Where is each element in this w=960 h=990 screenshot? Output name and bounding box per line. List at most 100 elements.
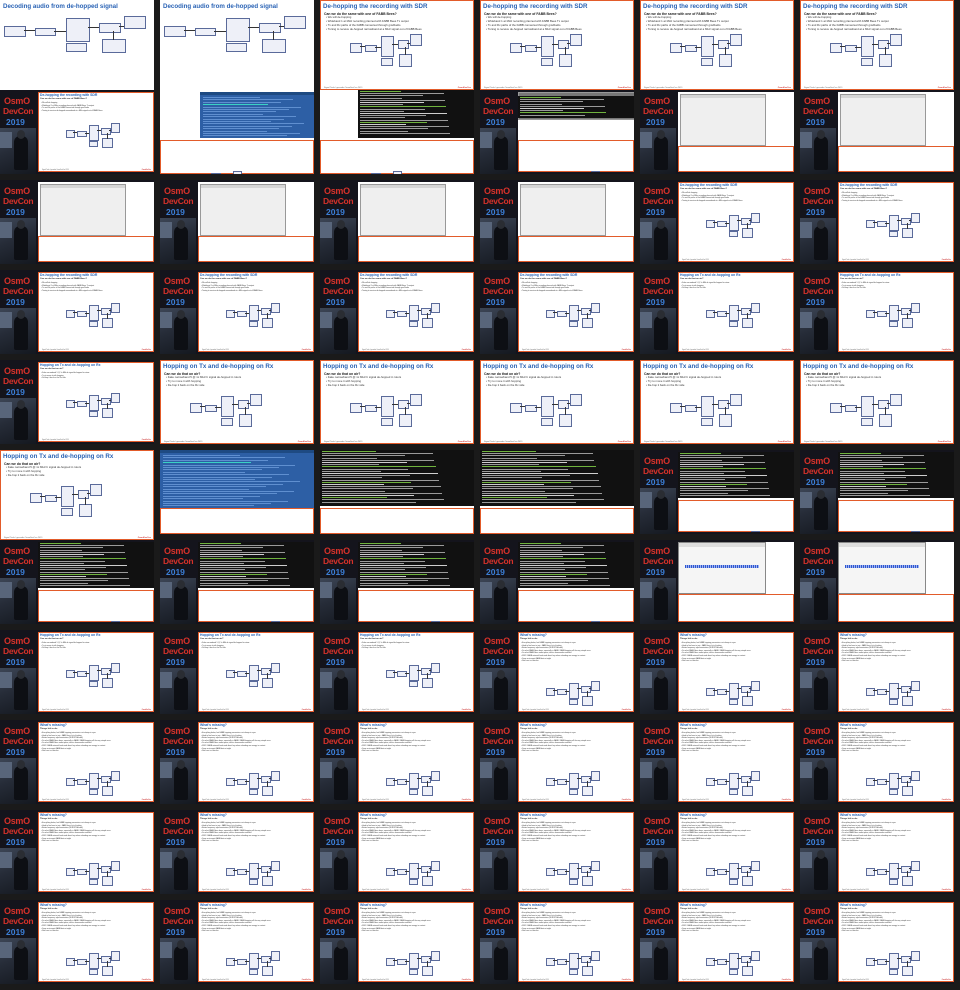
video-frame-thumbnail[interactable]: OsmODevCon2019De-hopping the recording w… bbox=[320, 180, 474, 264]
video-frame-thumbnail[interactable]: OsmODevCon2019De-hopping the recording w… bbox=[0, 180, 154, 264]
video-frame-thumbnail[interactable]: OsmODevCon2019Hopping on Tx and de-hoppi… bbox=[320, 540, 474, 624]
video-frame-thumbnail[interactable]: De-hopping the recording with SDRCan we … bbox=[480, 0, 634, 90]
video-frame-thumbnail[interactable]: OsmODevCon2019De-hopping the recording w… bbox=[320, 270, 474, 354]
video-frame-thumbnail[interactable]: OsmO DevCon 2019 What's missing? Things left… bbox=[480, 810, 634, 894]
video-frame-thumbnail[interactable]: OsmODevCon2019De-hopping the recording w… bbox=[640, 180, 794, 264]
file-row[interactable] bbox=[163, 471, 245, 473]
video-frame-thumbnail[interactable]: Decoding audio from de-hopped signal bbox=[0, 0, 154, 90]
video-frame-thumbnail[interactable]: OsmO DevCon 2019 What's missing? Things left… bbox=[320, 810, 474, 894]
file-row[interactable] bbox=[203, 99, 294, 101]
video-frame-thumbnail[interactable]: OsmODevCon2019Hopping on Tx and de-hoppi… bbox=[160, 540, 314, 624]
video-frame-thumbnail[interactable]: OsmODevCon2019De-hopping the recording w… bbox=[0, 270, 154, 354]
video-frame-thumbnail[interactable]: OsmO DevCon 2019 What's missing? Things left… bbox=[800, 810, 954, 894]
video-frame-thumbnail[interactable]: OsmO DevCon 2019 What's missing? Things left… bbox=[480, 900, 634, 984]
file-row[interactable] bbox=[203, 113, 264, 115]
file-row[interactable] bbox=[163, 505, 254, 507]
video-frame-thumbnail[interactable]: OsmODevCon2019Hopping on Tx and de-hoppi… bbox=[800, 540, 954, 624]
file-row[interactable] bbox=[203, 101, 281, 103]
video-frame-thumbnail[interactable]: OsmO DevCon 2019 What's missing? Things left… bbox=[800, 720, 954, 804]
video-frame-thumbnail[interactable]: OsmO DevCon 2019 What's missing? Things left… bbox=[640, 810, 794, 894]
file-row[interactable] bbox=[203, 97, 260, 98]
video-frame-thumbnail[interactable]: OsmODevCon2019De-hopping the recording w… bbox=[160, 180, 314, 264]
file-row[interactable] bbox=[203, 135, 288, 137]
video-frame-thumbnail[interactable]: OsmO DevCon 2019 What's missing? Things left… bbox=[320, 720, 474, 804]
video-frame-thumbnail[interactable]: OsmODevCon2019Hopping on Tx and de-hoppi… bbox=[800, 270, 954, 354]
file-row[interactable] bbox=[163, 503, 271, 504]
file-row[interactable] bbox=[163, 469, 262, 471]
video-frame-thumbnail[interactable]: OsmODevCon2019Hopping on Tx and de-hoppi… bbox=[0, 540, 154, 624]
video-frame-thumbnail[interactable]: OsmODevCon2019Hopping on Tx and de-hoppi… bbox=[480, 540, 634, 624]
file-row[interactable] bbox=[203, 109, 289, 110]
video-frame-thumbnail[interactable]: OsmODevCon2019De-hopping the recording w… bbox=[0, 90, 154, 174]
video-frame-thumbnail[interactable]: OsmODevCon2019De-hopping the recording w… bbox=[480, 270, 634, 354]
video-frame-thumbnail[interactable]: OsmO DevCon 2019 What's missing? Things left… bbox=[480, 720, 634, 804]
video-frame-thumbnail[interactable]: OsmO DevCon 2019 What's missing? Things left… bbox=[160, 720, 314, 804]
file-row[interactable] bbox=[163, 483, 284, 485]
video-frame-thumbnail[interactable]: OsmO DevCon 2019 What's missing? Things left… bbox=[160, 810, 314, 894]
video-frame-thumbnail[interactable]: Hopping on Tx and de-hopping on RxCan we… bbox=[160, 450, 314, 534]
video-frame-thumbnail[interactable]: OsmODevCon2019De-hopping the recording w… bbox=[480, 180, 634, 264]
video-frame-thumbnail[interactable]: Decoding audio from de-hopped signal bbox=[160, 0, 314, 90]
file-row[interactable] bbox=[163, 500, 288, 502]
file-row[interactable] bbox=[163, 474, 290, 476]
video-frame-thumbnail[interactable]: OsmODevCon2019De-hopping the recording w… bbox=[480, 90, 634, 174]
file-row[interactable] bbox=[203, 123, 305, 125]
video-frame-thumbnail[interactable]: Hopping on Tx and de-hopping on RxCan we… bbox=[160, 360, 314, 444]
file-row[interactable] bbox=[203, 111, 276, 113]
file-row[interactable] bbox=[163, 464, 296, 466]
video-frame-thumbnail[interactable]: OsmODevCon2019De-hopping the recording w… bbox=[800, 90, 954, 174]
file-row[interactable] bbox=[203, 106, 302, 108]
video-frame-thumbnail[interactable]: OsmO DevCon 2019 What's missing? Things left… bbox=[320, 900, 474, 984]
file-row[interactable] bbox=[203, 104, 268, 106]
video-frame-thumbnail[interactable]: OsmODevCon2019Hopping on Tx and de-hoppi… bbox=[640, 540, 794, 624]
file-row[interactable] bbox=[203, 121, 272, 122]
video-frame-thumbnail[interactable]: OsmO DevCon 2019 What's missing? Things left… bbox=[640, 630, 794, 714]
file-row[interactable] bbox=[163, 476, 273, 478]
file-row[interactable] bbox=[163, 462, 251, 464]
video-frame-thumbnail[interactable]: OsmODevCon2019Hopping on Tx and de-hoppi… bbox=[640, 270, 794, 354]
video-frame-thumbnail[interactable]: OsmO DevCon 2019 What's missing? Things left… bbox=[0, 900, 154, 984]
video-frame-thumbnail[interactable]: De-hopping the recording with SDRCan we … bbox=[640, 0, 794, 90]
file-row[interactable] bbox=[203, 125, 292, 127]
video-frame-thumbnail[interactable]: OsmODevCon2019De-hopping the recording w… bbox=[160, 270, 314, 354]
video-frame-thumbnail[interactable]: Hopping on Tx and de-hopping on RxCan we… bbox=[640, 360, 794, 444]
file-row[interactable] bbox=[163, 486, 267, 488]
video-frame-thumbnail[interactable]: OsmODevCon2019Hopping on Tx and de-hoppi… bbox=[320, 630, 474, 714]
video-frame-thumbnail[interactable]: De-hopping the recording with SDRCan we … bbox=[320, 0, 474, 90]
file-row[interactable] bbox=[163, 457, 285, 459]
video-frame-thumbnail[interactable]: OsmODevCon2019De-hopping the recording w… bbox=[800, 180, 954, 264]
video-frame-thumbnail[interactable]: Hopping on Tx and de-hopping on RxCan we… bbox=[480, 450, 634, 534]
file-row[interactable] bbox=[203, 118, 284, 120]
video-frame-thumbnail[interactable]: OsmODevCon2019Hopping on Tx and de-hoppi… bbox=[0, 630, 154, 714]
video-frame-thumbnail[interactable]: OsmODevCon2019Hopping on Tx and de-hoppi… bbox=[800, 450, 954, 534]
video-frame-thumbnail[interactable]: OsmODevCon2019Hopping on Tx and de-hoppi… bbox=[0, 360, 154, 444]
file-row[interactable] bbox=[163, 488, 250, 490]
video-frame-thumbnail[interactable]: OsmODevCon2019Hopping on Tx and de-hoppi… bbox=[160, 630, 314, 714]
file-row[interactable] bbox=[163, 459, 268, 461]
file-row[interactable] bbox=[163, 481, 301, 483]
file-row[interactable] bbox=[163, 455, 240, 456]
video-frame-thumbnail[interactable]: OsmO DevCon 2019 What's missing? Things left… bbox=[640, 720, 794, 804]
video-frame-thumbnail[interactable]: OsmODevCon2019Hopping on Tx and de-hoppi… bbox=[640, 450, 794, 534]
video-frame-thumbnail[interactable]: De-hopping the recording with SDRCan we … bbox=[800, 0, 954, 90]
file-row[interactable] bbox=[163, 493, 277, 495]
file-row[interactable] bbox=[163, 491, 294, 492]
video-frame-thumbnail[interactable]: OsmO DevCon 2019 What's missing? Things left… bbox=[800, 900, 954, 984]
video-frame-thumbnail[interactable]: Hopping on Tx and de-hopping on RxCan we… bbox=[320, 450, 474, 534]
video-frame-thumbnail[interactable]: De-hopping the recording with SDRCan we … bbox=[320, 90, 474, 174]
file-row[interactable] bbox=[203, 130, 267, 132]
video-frame-thumbnail[interactable]: OsmO DevCon 2019 What's missing? Things left… bbox=[160, 900, 314, 984]
file-row[interactable] bbox=[163, 498, 244, 500]
video-frame-thumbnail[interactable]: OsmO DevCon 2019 What's missing? Things left… bbox=[640, 900, 794, 984]
file-row[interactable] bbox=[163, 495, 261, 497]
video-frame-thumbnail[interactable]: OsmODevCon2019De-hopping the recording w… bbox=[640, 90, 794, 174]
video-frame-thumbnail[interactable]: De-hopping the recording with SDRCan we … bbox=[160, 90, 314, 174]
video-frame-thumbnail[interactable]: Hopping on Tx and de-hopping on RxCan we… bbox=[800, 360, 954, 444]
video-frame-thumbnail[interactable]: OsmO DevCon 2019 What's missing? Things left… bbox=[480, 630, 634, 714]
file-row[interactable] bbox=[203, 133, 300, 134]
video-frame-thumbnail[interactable]: Hopping on Tx and de-hopping on RxCan we… bbox=[0, 450, 154, 540]
file-row[interactable] bbox=[163, 467, 279, 468]
video-frame-thumbnail[interactable]: Hopping on Tx and de-hopping on RxCan we… bbox=[480, 360, 634, 444]
video-frame-thumbnail[interactable]: OsmO DevCon 2019 What's missing? Things left… bbox=[0, 810, 154, 894]
file-row[interactable] bbox=[203, 128, 280, 130]
